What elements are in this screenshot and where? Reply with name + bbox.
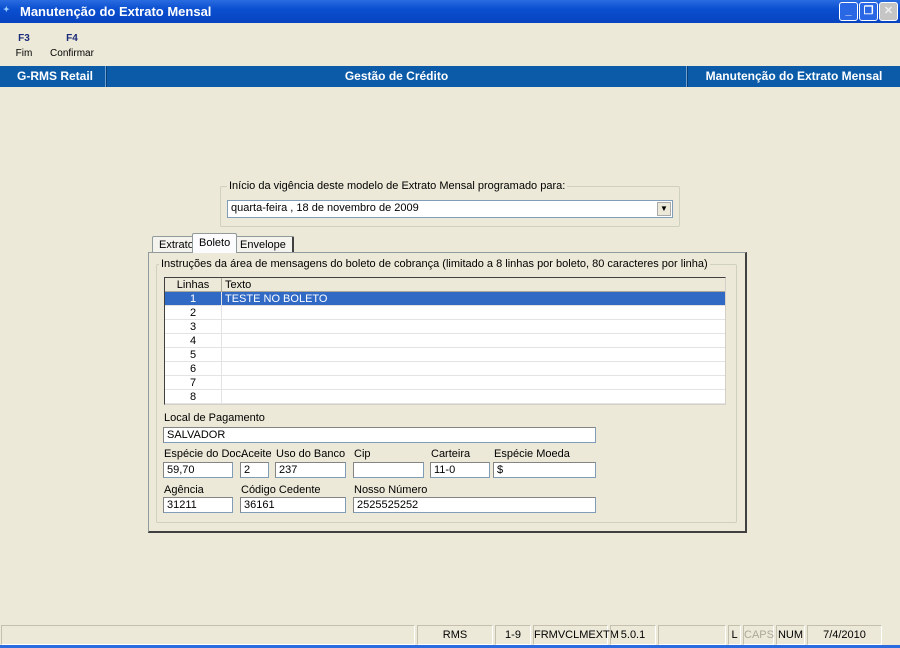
cip-label: Cip — [354, 448, 371, 460]
vigencia-legend: Início da vigência deste modelo de Extra… — [227, 180, 568, 192]
agencia-input[interactable]: 31211 — [163, 497, 233, 513]
restore-button[interactable]: ❐ — [859, 2, 878, 21]
table-row[interactable]: 6 — [165, 362, 725, 376]
table-row[interactable]: 3 — [165, 320, 725, 334]
header-app: G-RMS Retail — [17, 69, 94, 83]
status-app: RMS — [417, 625, 493, 645]
vigencia-date-select[interactable]: quarta-feira , 18 de novembro de 2009 ▼ — [227, 200, 673, 218]
status-form: FRMVCLMEXTM — [533, 625, 619, 645]
title-bar: ✦ Manutenção do Extrato Mensal _ ❐ ✕ — [0, 0, 900, 23]
table-row[interactable]: 7 — [165, 376, 725, 390]
uso-banco-label: Uso do Banco — [276, 448, 346, 460]
especie-doc-input[interactable]: 59,70 — [163, 462, 233, 478]
especie-moeda-input[interactable]: $ — [493, 462, 596, 478]
nosso-numero-label: Nosso Número — [354, 484, 428, 496]
local-input[interactable]: SALVADOR — [163, 427, 596, 443]
table-row[interactable]: 4 — [165, 334, 725, 348]
row-text[interactable]: TESTE NO BOLETO — [225, 293, 328, 305]
aceite-input[interactable]: 2 — [240, 462, 269, 478]
window-title: Manutenção do Extrato Mensal — [20, 4, 212, 19]
especie-doc-label: Espécie do Doc. — [164, 448, 245, 460]
agencia-label: Agência — [164, 484, 204, 496]
col-linhas: Linhas — [176, 279, 210, 291]
cip-input[interactable] — [353, 462, 424, 478]
chevron-down-icon[interactable]: ▼ — [657, 202, 671, 216]
status-range: 1-9 — [495, 625, 531, 645]
status-l: L — [728, 625, 741, 645]
fim-button[interactable]: F3 Fim — [0, 33, 49, 59]
uso-banco-input[interactable]: 237 — [275, 462, 346, 478]
confirmar-button[interactable]: F4 Confirmar — [47, 33, 97, 59]
status-empty — [658, 625, 726, 645]
nosso-numero-input[interactable]: 2525525252 — [353, 497, 596, 513]
row-number: 7 — [189, 377, 197, 389]
f3-key: F3 — [18, 33, 30, 44]
status-version: 5.0.1 — [610, 625, 656, 645]
minimize-button[interactable]: _ — [839, 2, 858, 21]
instrucoes-legend: Instruções da área de mensagens do bolet… — [159, 258, 710, 270]
aceite-label: Aceite — [241, 448, 272, 460]
row-number: 6 — [189, 363, 197, 375]
table-row[interactable]: 5 — [165, 348, 725, 362]
status-num: NUM — [776, 625, 805, 645]
table-row[interactable]: 1 TESTE NO BOLETO — [165, 292, 725, 306]
instrucoes-grid[interactable]: Linhas Texto 1 TESTE NO BOLETO 2 3 4 5 6 … — [164, 277, 726, 405]
carteira-input[interactable]: 11-0 — [430, 462, 490, 478]
header-screen: Manutenção do Extrato Mensal — [705, 69, 883, 83]
status-main — [1, 625, 415, 645]
close-button[interactable]: ✕ — [879, 2, 898, 21]
row-number: 1 — [189, 293, 197, 305]
row-number: 2 — [189, 307, 197, 319]
grid-header: Linhas Texto — [165, 278, 725, 292]
col-texto: Texto — [225, 279, 252, 291]
row-number: 4 — [189, 335, 197, 347]
table-row[interactable]: 2 — [165, 306, 725, 320]
header-module: Gestão de Crédito — [344, 69, 449, 83]
status-caps: CAPS — [743, 625, 774, 645]
f4-key: F4 — [66, 33, 78, 44]
carteira-label: Carteira — [431, 448, 471, 460]
tab-envelope[interactable]: Envelope — [233, 236, 294, 253]
row-number: 5 — [189, 349, 197, 361]
vigencia-value: quarta-feira , 18 de novembro de 2009 — [231, 202, 419, 214]
especie-moeda-label: Espécie Moeda — [494, 448, 570, 460]
vigencia-group: Início da vigência deste modelo de Extra… — [220, 180, 680, 227]
confirmar-label: Confirmar — [50, 48, 94, 59]
row-number: 3 — [189, 321, 197, 333]
codigo-cedente-label: Código Cedente — [241, 484, 321, 496]
fim-label: Fim — [15, 48, 33, 59]
table-row[interactable]: 8 — [165, 390, 725, 404]
row-number: 8 — [189, 391, 197, 403]
local-label: Local de Pagamento — [164, 412, 265, 424]
status-date: 7/4/2010 — [807, 625, 882, 645]
codigo-cedente-input[interactable]: 36161 — [240, 497, 346, 513]
header-bar: G-RMS Retail Gestão de Crédito Manutençã… — [0, 66, 900, 87]
app-icon: ✦ — [3, 5, 10, 14]
tab-boleto[interactable]: Boleto — [192, 233, 238, 253]
